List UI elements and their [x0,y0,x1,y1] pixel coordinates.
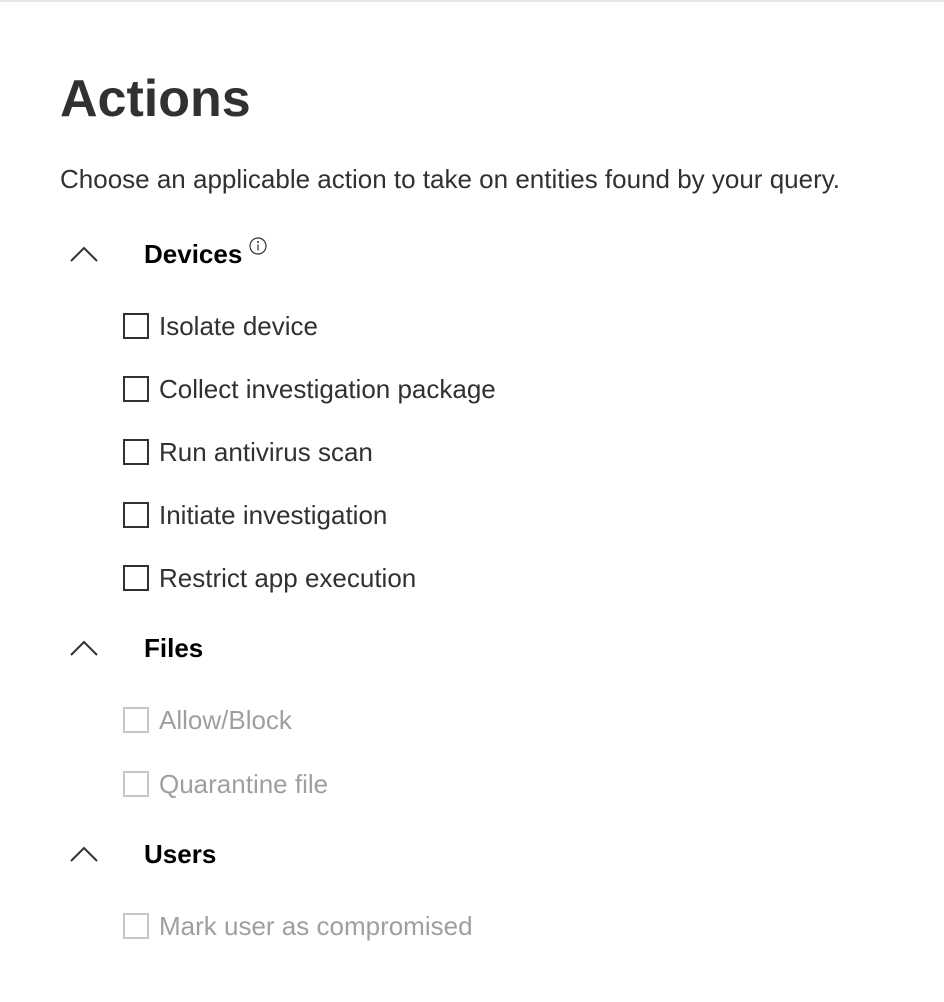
checkbox-label: Restrict app execution [159,563,417,593]
checkbox-initiate-investigation[interactable]: Initiate investigation [123,495,387,535]
checkbox-box[interactable] [123,565,149,591]
checkbox-collect-investigation-package[interactable]: Collect investigation package [123,369,496,409]
checkbox-restrict-app-execution[interactable]: Restrict app execution [123,558,416,598]
checkbox-label: Isolate device [159,311,318,341]
group-label-users: Users [144,839,217,869]
checkbox-box [123,771,149,797]
checkbox-box [123,913,149,939]
group-label-devices: Devices [144,239,243,269]
group-header-files[interactable]: Files [60,628,460,668]
checkbox-label: Quarantine file [159,769,329,799]
checkbox-box[interactable] [123,439,149,465]
checkbox-label: Mark user as compromised [159,911,473,941]
chevron-up-icon[interactable] [60,234,108,274]
page-description: Choose an applicable action to take on e… [60,164,841,194]
top-divider [0,0,944,2]
checkbox-quarantine-file: Quarantine file [123,764,328,804]
checkbox-label: Collect investigation package [159,374,496,404]
chevron-up-icon[interactable] [60,628,108,668]
chevron-up-icon[interactable] [60,834,108,874]
checkbox-box [123,707,149,733]
group-header-users[interactable]: Users [60,834,460,874]
checkbox-isolate-device[interactable]: Isolate device [123,306,318,346]
checkbox-label: Initiate investigation [159,500,388,530]
info-icon[interactable] [248,236,268,261]
checkbox-label: Run antivirus scan [159,437,373,467]
checkbox-mark-user-as-compromised: Mark user as compromised [123,906,473,946]
checkbox-run-antivirus-scan[interactable]: Run antivirus scan [123,432,373,472]
checkbox-box[interactable] [123,502,149,528]
page-title: Actions [60,70,251,128]
checkbox-label: Allow/Block [159,705,292,735]
group-header-devices[interactable]: Devices [60,234,460,274]
checkbox-box[interactable] [123,376,149,402]
checkbox-box[interactable] [123,313,149,339]
group-label-files: Files [144,633,204,663]
checkbox-allow-block: Allow/Block [123,700,292,740]
